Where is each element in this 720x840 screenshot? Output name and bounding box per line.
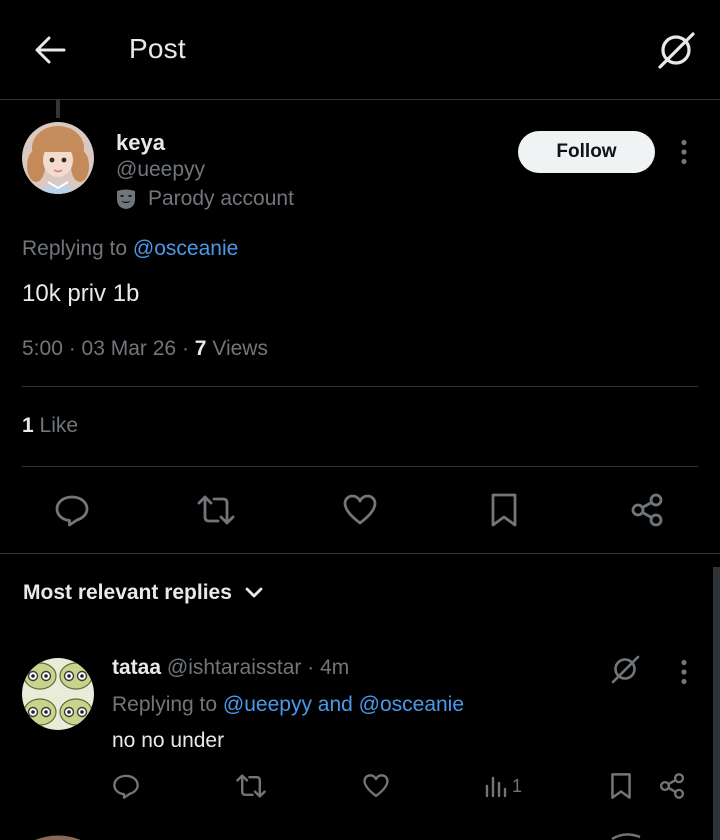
mask-icon <box>117 189 135 209</box>
likes-label: Like <box>39 414 79 437</box>
next-reply-peek <box>35 833 641 840</box>
reply-more-options-button[interactable] <box>670 654 698 690</box>
reply-time[interactable]: 4m <box>320 656 349 679</box>
bookmark-button[interactable] <box>480 486 528 534</box>
reply-icon <box>55 495 89 527</box>
chevron-down-icon <box>245 587 263 598</box>
post-time[interactable]: 5:00 <box>22 337 63 360</box>
grok-button[interactable] <box>652 26 700 74</box>
like-button[interactable] <box>336 486 384 534</box>
more-vertical-icon <box>681 139 687 165</box>
likes-count: 1 <box>22 414 34 437</box>
avatar[interactable] <box>22 122 94 194</box>
post-text: 10k priv 1b <box>22 280 140 307</box>
reply-repost-button[interactable] <box>233 768 269 804</box>
sort-label: Most relevant replies <box>23 581 232 604</box>
views-count: 7 <box>194 337 207 360</box>
author-handle[interactable]: @ueepyy <box>116 158 205 182</box>
replying-prefix: Replying to <box>112 693 218 716</box>
mention-link[interactable]: @ueepyy and @osceanie <box>223 693 464 716</box>
reply-views-count: 1 <box>512 775 523 796</box>
share-icon <box>631 493 663 527</box>
more-vertical-icon <box>681 659 687 685</box>
replies-sort-toggle[interactable]: Most relevant replies <box>23 581 264 605</box>
back-button[interactable] <box>28 30 72 70</box>
page-title: Post <box>129 33 186 64</box>
reply-reply-button[interactable] <box>108 768 144 804</box>
header-divider <box>0 99 720 100</box>
avatar-image <box>22 658 94 730</box>
likes-stat[interactable]: 1 Like <box>22 414 78 438</box>
reply-avatar[interactable] <box>22 658 94 730</box>
divider <box>22 466 698 467</box>
reply-author-handle[interactable]: @ishtaraisstar <box>167 656 302 679</box>
thread-connector <box>56 100 60 118</box>
top-app-bar: Post <box>0 0 720 100</box>
author-name[interactable]: keya <box>116 130 165 156</box>
bookmark-icon <box>611 773 631 799</box>
divider <box>22 386 698 387</box>
scrollbar[interactable] <box>713 567 720 840</box>
post-meta: 5:00 · 03 Mar 26 · 7 Views <box>22 337 268 361</box>
grok-icon <box>658 32 695 69</box>
analytics-icon <box>485 776 507 798</box>
parody-label: Parody account <box>114 187 294 211</box>
section-divider <box>0 553 720 554</box>
reply-views-button[interactable]: 1 <box>484 774 522 798</box>
repost-icon <box>197 495 235 525</box>
share-button[interactable] <box>623 486 671 534</box>
reply-button[interactable] <box>48 486 96 534</box>
share-icon <box>659 773 685 799</box>
like-icon <box>363 774 389 798</box>
reply-icon <box>113 774 139 799</box>
parody-text: Parody account <box>148 187 294 210</box>
repost-icon <box>236 774 266 798</box>
reply-grok-button[interactable] <box>604 648 646 690</box>
replying-to: Replying to @osceanie <box>22 237 238 261</box>
meta-dot: · <box>307 656 315 679</box>
bookmark-icon <box>491 493 517 527</box>
arrow-left-icon <box>35 36 66 64</box>
meta-dot: · <box>68 337 82 360</box>
more-options-button[interactable] <box>668 134 700 170</box>
follow-button[interactable]: Follow <box>518 131 655 173</box>
reply-bookmark-button[interactable] <box>603 768 639 804</box>
reply-share-button[interactable] <box>654 768 690 804</box>
mention-link[interactable]: @osceanie <box>133 237 238 260</box>
views-label: Views <box>212 337 268 360</box>
reply-author-name[interactable]: tataa <box>112 656 161 679</box>
reply-like-button[interactable] <box>358 768 394 804</box>
grok-icon <box>611 655 640 684</box>
avatar-image <box>22 122 94 194</box>
reply-replying-to: Replying to @ueepyy and @osceanie <box>112 693 464 717</box>
meta-dot: · <box>181 337 195 360</box>
reply-header: tataa @ishtaraisstar · 4m <box>112 656 349 680</box>
reply-text: no no under <box>112 729 225 752</box>
repost-button[interactable] <box>192 486 240 534</box>
post-date[interactable]: 03 Mar 26 <box>82 337 177 360</box>
like-icon <box>343 494 377 525</box>
replying-prefix: Replying to <box>22 237 128 260</box>
